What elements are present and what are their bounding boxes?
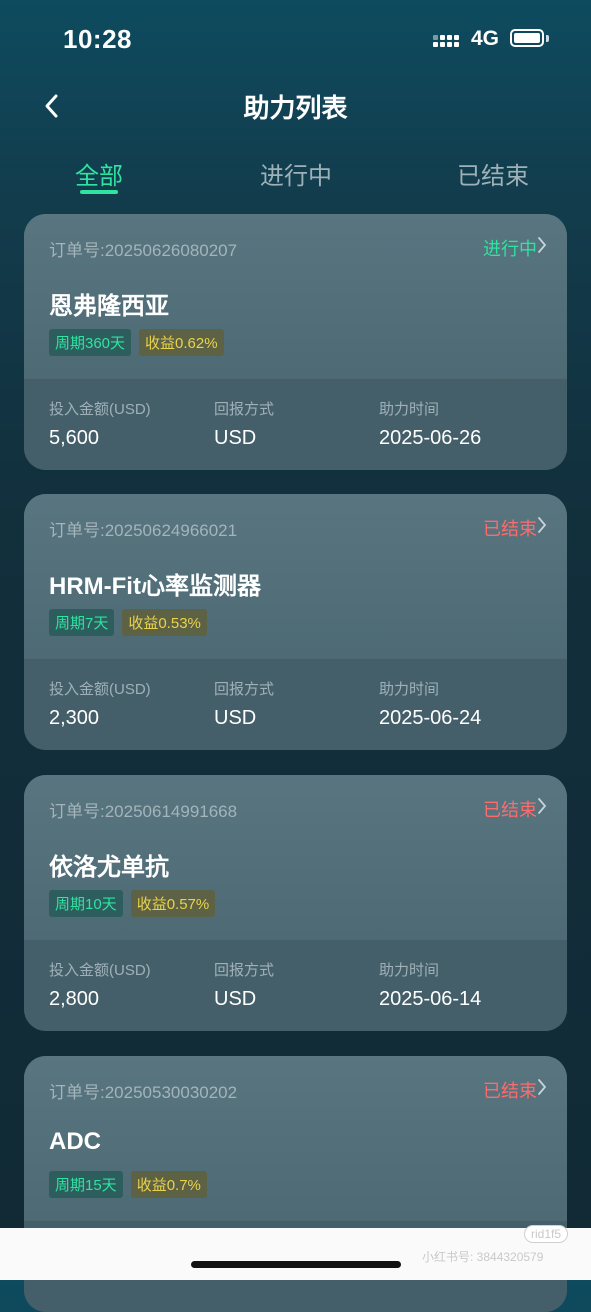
order-number: 订单号:20250530030202	[49, 1083, 238, 1102]
status-label: 已结束	[483, 519, 537, 539]
time-label: 助力时间	[379, 681, 440, 698]
status-label: 进行中	[483, 239, 537, 259]
chevron-right-icon	[538, 798, 547, 814]
return-label: 回报方式	[214, 681, 275, 698]
tag-group: 周期360天 收益0.62%	[49, 329, 224, 356]
tab-ongoing[interactable]: 进行中	[226, 156, 366, 191]
amount-label: 投入金额(USD)	[49, 401, 151, 418]
time-column: 助力时间 2025-06-26	[379, 398, 481, 450]
period-tag: 周期10天	[49, 890, 123, 917]
watermark-text: 小红书号: 3844320579	[422, 1250, 544, 1264]
time-label: 助力时间	[379, 962, 440, 979]
return-column: 回报方式 USD	[214, 398, 274, 450]
time-value: 2025-06-24	[379, 707, 482, 729]
yield-tag: 收益0.57%	[130, 890, 216, 917]
return-label: 回报方式	[214, 401, 275, 418]
tab-bar: 全部 进行中 已结束	[0, 150, 591, 200]
active-tab-indicator	[80, 190, 118, 194]
amount-value: 5,600	[49, 427, 100, 449]
yield-tag: 收益0.62%	[139, 329, 224, 356]
time-value: 2025-06-26	[379, 427, 482, 449]
yield-tag: 收益0.7%	[130, 1171, 207, 1198]
page-title: 助力列表	[243, 93, 348, 123]
tab-ended[interactable]: 已结束	[423, 156, 563, 191]
order-number: 订单号:20250626080207	[49, 241, 238, 260]
return-column: 回报方式 USD	[214, 678, 274, 730]
period-tag: 周期360天	[49, 329, 132, 356]
amount-label: 投入金额(USD)	[49, 962, 151, 979]
order-card[interactable]: 订单号:20250624966021 已结束 HRM-Fit心率监测器 周期7天…	[24, 494, 567, 750]
home-indicator[interactable]	[191, 1261, 401, 1268]
product-name: 依洛尤单抗	[49, 854, 169, 881]
amount-value: 2,300	[49, 707, 100, 729]
amount-label: 投入金额(USD)	[49, 681, 151, 698]
period-tag: 周期7天	[49, 609, 115, 636]
return-value: USD	[214, 427, 257, 449]
amount-column: 投入金额(USD) 5,600	[49, 398, 151, 450]
yield-tag: 收益0.53%	[122, 609, 207, 636]
status-label: 已结束	[483, 800, 537, 820]
status-time: 10:28	[63, 24, 132, 54]
order-card[interactable]: 订单号:20250626080207 进行中 恩弗隆西亚 周期360天 收益0.…	[24, 214, 567, 470]
time-column: 助力时间 2025-06-14	[379, 959, 481, 1011]
tab-all[interactable]: 全部	[29, 156, 169, 191]
amount-column: 投入金额(USD) 2,300	[49, 678, 151, 730]
product-name: 恩弗隆西亚	[49, 293, 169, 320]
order-number: 订单号:20250614991668	[49, 802, 238, 821]
order-card[interactable]: 订单号:20250614991668 已结束 依洛尤单抗 周期10天 收益0.5…	[24, 775, 567, 1031]
tag-group: 周期10天 收益0.57%	[49, 890, 216, 917]
tag-group: 周期15天 收益0.7%	[49, 1171, 207, 1198]
chevron-right-icon	[538, 517, 547, 533]
product-name: ADC	[49, 1128, 101, 1155]
signal-icon	[433, 32, 459, 48]
order-number: 订单号:20250624966021	[49, 521, 238, 540]
nav-bar: 助力列表	[0, 80, 591, 136]
return-value: USD	[214, 988, 257, 1010]
return-label: 回报方式	[214, 962, 275, 979]
amount-value: 2,800	[49, 988, 100, 1010]
time-label: 助力时间	[379, 401, 440, 418]
network-type: 4G	[471, 27, 500, 50]
return-column: 回报方式 USD	[214, 959, 274, 1011]
product-name: HRM-Fit心率监测器	[49, 573, 261, 600]
tag-group: 周期7天 收益0.53%	[49, 609, 207, 636]
time-value: 2025-06-14	[379, 988, 482, 1010]
chevron-right-icon	[538, 1079, 547, 1095]
time-column: 助力时间 2025-06-24	[379, 678, 481, 730]
chevron-right-icon	[538, 237, 547, 253]
battery-tip	[546, 35, 549, 42]
status-label: 已结束	[483, 1081, 537, 1101]
watermark-badge: rid1f5	[524, 1225, 569, 1243]
status-bar: 10:28 4G	[0, 0, 591, 80]
return-value: USD	[214, 707, 257, 729]
amount-column: 投入金额(USD) 2,800	[49, 959, 151, 1011]
period-tag: 周期15天	[49, 1171, 123, 1198]
battery-icon	[510, 29, 544, 47]
